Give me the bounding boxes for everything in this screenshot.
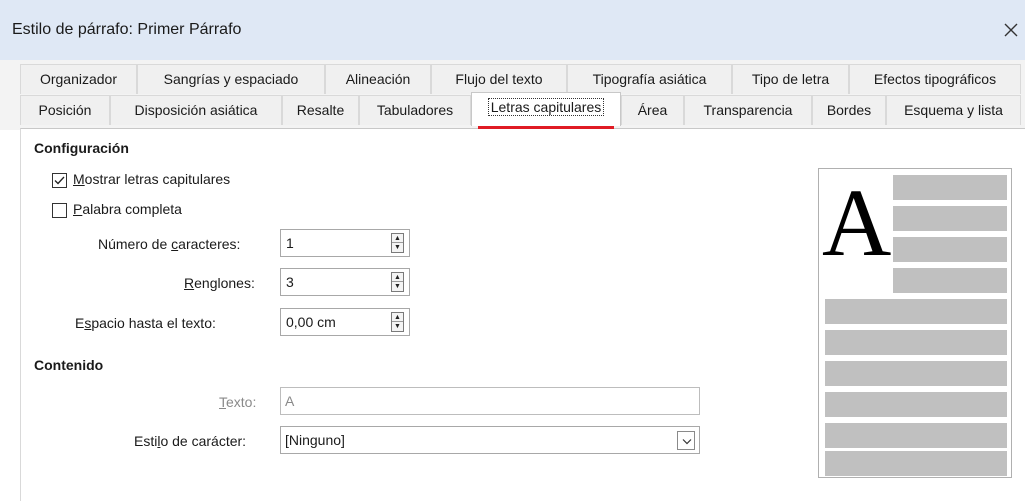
dialog-title: Estilo de párrafo: Primer Párrafo xyxy=(12,21,242,38)
spacing-value: 0,00 cm xyxy=(286,314,336,330)
preview-line xyxy=(825,361,1007,386)
spacing-spinbox[interactable]: 0,00 cm ▲ ▼ xyxy=(280,308,410,336)
spin-down-icon[interactable]: ▼ xyxy=(392,243,403,252)
chevron-down-icon xyxy=(682,439,692,445)
tab-label: Organizador xyxy=(39,71,118,87)
preview-line xyxy=(893,268,1007,293)
lines-value: 3 xyxy=(286,274,294,290)
tab-label: Resalte xyxy=(296,102,345,118)
lines-label: Renglones: xyxy=(184,275,255,291)
label-text: ostrar letras capitulares xyxy=(84,171,231,187)
whole-word-checkbox[interactable]: Palabra completa xyxy=(52,201,212,221)
preview-line xyxy=(825,423,1007,448)
tab-bordes[interactable]: Bordes xyxy=(812,95,886,125)
lines-spinbox[interactable]: 3 ▲ ▼ xyxy=(280,268,410,296)
tab-label: Efectos tipográficos xyxy=(873,71,997,87)
tab-disposicion-asiatica[interactable]: Disposición asiática xyxy=(110,95,282,125)
label-text: alabra completa xyxy=(82,201,182,217)
tab-label: Sangrías y espaciado xyxy=(163,71,299,87)
label-text: exto: xyxy=(226,394,257,410)
dropdown-button[interactable] xyxy=(677,431,695,450)
tab-label: Alineación xyxy=(345,71,411,87)
char-style-value: [Ninguno] xyxy=(285,432,345,448)
tab-area[interactable]: Área xyxy=(621,95,684,125)
tab-label: Tipo de letra xyxy=(751,71,830,87)
preview-line xyxy=(825,330,1007,355)
tab-tabuladores[interactable]: Tabuladores xyxy=(359,95,471,125)
tab-esquema-lista[interactable]: Esquema y lista xyxy=(886,95,1021,125)
text-label: Texto: xyxy=(219,394,256,410)
mnemonic: T xyxy=(219,394,226,410)
preview-line xyxy=(825,299,1007,324)
num-chars-label: Número de caracteres: xyxy=(98,236,240,252)
title-bar: Estilo de párrafo: Primer Párrafo xyxy=(0,0,1025,60)
tab-efectos-tipograficos[interactable]: Efectos tipográficos xyxy=(849,64,1021,94)
contents-heading: Contenido xyxy=(34,357,104,373)
tab-tipografia-asiatica[interactable]: Tipografía asiática xyxy=(567,64,732,94)
preview-line xyxy=(825,392,1007,417)
tab-tipo-letra[interactable]: Tipo de letra xyxy=(732,64,849,94)
spin-buttons[interactable]: ▲ ▼ xyxy=(391,272,404,292)
show-dropcaps-label: Mostrar letras capitulares xyxy=(73,171,230,187)
label-text: pacio hasta el texto: xyxy=(91,315,216,331)
close-icon xyxy=(1004,23,1018,37)
preview-line xyxy=(893,206,1007,231)
char-style-label: Estilo de carácter: xyxy=(134,433,246,449)
spin-up-icon[interactable]: ▲ xyxy=(392,234,403,243)
tab-label: Transparencia xyxy=(703,102,793,118)
tab-strip: Organizador Sangrías y espaciado Alineac… xyxy=(0,60,1025,130)
tab-resalte[interactable]: Resalte xyxy=(282,95,359,125)
preview-line xyxy=(893,175,1007,200)
text-input[interactable]: A xyxy=(280,387,700,415)
preview-drop-letter: A xyxy=(822,169,892,276)
num-chars-value: 1 xyxy=(286,235,294,251)
checkbox-box xyxy=(52,173,67,188)
tab-label: Tipografía asiática xyxy=(592,71,707,87)
char-style-select[interactable]: [Ninguno] xyxy=(280,426,700,454)
tab-label: Tabuladores xyxy=(376,102,454,118)
tab-label: Área xyxy=(637,102,668,118)
preview-line xyxy=(825,451,1007,476)
spin-buttons[interactable]: ▲ ▼ xyxy=(391,312,404,332)
mnemonic: M xyxy=(73,171,85,187)
mnemonic: P xyxy=(73,201,83,217)
close-button[interactable] xyxy=(995,10,1025,50)
tab-label: Esquema y lista xyxy=(904,102,1003,118)
tab-organizador[interactable]: Organizador xyxy=(20,64,137,94)
settings-heading: Configuración xyxy=(34,140,129,156)
mnemonic: R xyxy=(184,275,195,291)
num-chars-spinbox[interactable]: 1 ▲ ▼ xyxy=(280,229,410,257)
spin-down-icon[interactable]: ▼ xyxy=(392,282,403,291)
label-text: aracteres: xyxy=(178,236,241,252)
tab-label: Flujo del texto xyxy=(455,71,543,87)
text-input-value: A xyxy=(285,393,295,409)
tab-letras-capitulares[interactable]: Letras capitulares xyxy=(471,92,621,126)
spin-up-icon[interactable]: ▲ xyxy=(392,313,403,322)
spin-up-icon[interactable]: ▲ xyxy=(392,273,403,282)
tab-transparencia[interactable]: Transparencia xyxy=(684,95,812,125)
tab-posicion[interactable]: Posición xyxy=(20,95,110,125)
preview-line xyxy=(893,237,1007,262)
active-tab-indicator xyxy=(478,126,614,129)
dropcap-preview: A xyxy=(818,168,1012,478)
tab-sangrias-espaciado[interactable]: Sangrías y espaciado xyxy=(137,64,325,94)
label-text: E xyxy=(75,315,85,331)
show-dropcaps-checkbox[interactable]: Mostrar letras capitulares xyxy=(52,171,272,191)
tab-alineacion[interactable]: Alineación xyxy=(325,64,431,94)
checkbox-box xyxy=(52,203,67,218)
checkmark-icon xyxy=(54,176,65,185)
tab-flujo-texto[interactable]: Flujo del texto xyxy=(431,64,567,94)
label-text: Esti xyxy=(134,433,158,449)
label-text: Número de xyxy=(98,236,172,252)
spin-down-icon[interactable]: ▼ xyxy=(392,322,403,331)
tab-label: Bordes xyxy=(826,102,872,118)
tab-label: Disposición asiática xyxy=(134,102,258,118)
whole-word-label: Palabra completa xyxy=(73,201,182,217)
spacing-label: Espacio hasta el texto: xyxy=(75,315,216,331)
spin-buttons[interactable]: ▲ ▼ xyxy=(391,233,404,253)
tab-label: Letras capitulares xyxy=(487,98,605,116)
label-text: englones: xyxy=(194,275,255,291)
label-text: o de carácter: xyxy=(160,433,247,449)
tab-label: Posición xyxy=(38,102,92,118)
